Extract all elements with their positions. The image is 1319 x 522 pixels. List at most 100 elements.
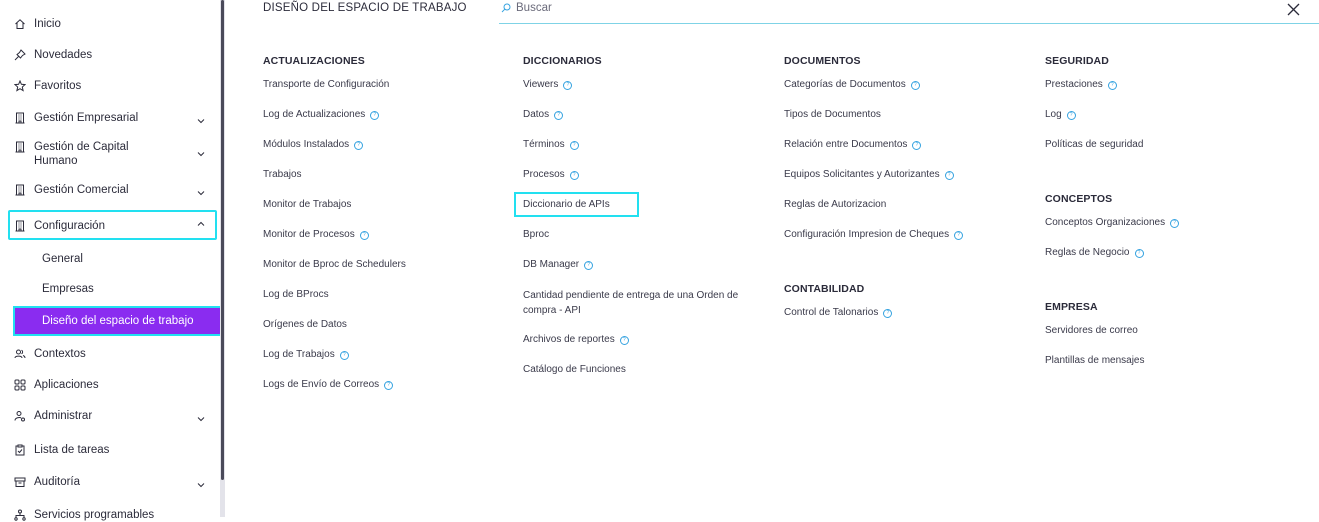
help-icon[interactable]: ? — [354, 141, 364, 150]
menu-link-label: Relación entre Documentos — [784, 139, 908, 150]
menu-link[interactable]: Reglas de Negocio? — [1045, 246, 1144, 260]
config-subitem-empresas[interactable]: Empresas — [42, 283, 94, 295]
section-title-empresa: EMPRESA — [1045, 301, 1098, 313]
menu-link[interactable]: Conceptos Organizaciones? — [1045, 216, 1180, 230]
menu-link[interactable]: Servidores de correo — [1045, 324, 1138, 338]
menu-link[interactable]: Log de Actualizaciones? — [263, 108, 380, 122]
sidebar-item-auditoria[interactable]: Auditoría — [14, 475, 214, 489]
help-icon[interactable]: ? — [569, 141, 579, 150]
help-icon[interactable]: ? — [584, 261, 594, 270]
sidebar-item-administrar[interactable]: Administrar — [14, 409, 214, 423]
help-icon[interactable]: ? — [569, 171, 579, 180]
sidebar-item-lista-tareas[interactable]: Lista de tareas — [14, 443, 214, 457]
section-title-actualizaciones: ACTUALIZACIONES — [263, 55, 365, 67]
sidebar-item-configuracion[interactable]: Configuración — [14, 219, 214, 233]
sidebar-item-contextos[interactable]: Contextos — [14, 347, 214, 361]
menu-link[interactable]: Log de BProcs — [263, 288, 329, 302]
sidebar-item-gestion-capital-humano[interactable]: Gestión de Capital Humano — [14, 140, 214, 168]
menu-link[interactable]: Monitor de Trabajos — [263, 198, 351, 212]
help-icon[interactable]: ? — [563, 81, 573, 90]
help-icon[interactable]: ? — [359, 231, 369, 240]
menu-link-label: Log de BProcs — [263, 289, 329, 300]
sidebar-item-gestion-comercial[interactable]: Gestión Comercial — [14, 183, 214, 197]
sidebar-item-label: Configuración — [34, 220, 105, 232]
sidebar-item-label: Gestión Empresarial — [34, 112, 139, 124]
menu-link[interactable]: Prestaciones? — [1045, 78, 1117, 92]
help-icon[interactable]: ? — [1107, 81, 1117, 90]
help-icon[interactable]: ? — [339, 351, 349, 360]
menu-link[interactable]: Procesos? — [523, 168, 579, 182]
sidebar-item-label: Auditoría — [34, 476, 81, 488]
help-icon[interactable]: ? — [912, 141, 922, 150]
help-icon[interactable]: ? — [910, 81, 920, 90]
menu-link-label: Prestaciones — [1045, 79, 1103, 90]
menu-link[interactable]: Bproc — [523, 228, 549, 242]
menu-link-label: Monitor de Trabajos — [263, 199, 352, 210]
close-icon[interactable] — [1287, 3, 1300, 16]
section-title-conceptos: CONCEPTOS — [1045, 193, 1113, 205]
menu-link[interactable]: Orígenes de Datos — [263, 318, 347, 332]
menu-link[interactable]: Viewers? — [523, 78, 573, 92]
menu-link[interactable]: Relación entre Documentos? — [784, 138, 922, 152]
help-icon[interactable]: ? — [1134, 249, 1144, 258]
menu-link[interactable]: Monitor de Procesos? — [263, 228, 369, 242]
help-icon[interactable]: ? — [554, 111, 564, 120]
menu-link-label: Bproc — [523, 229, 550, 240]
sidebar-item-label: Aplicaciones — [34, 379, 99, 391]
sidebar: Inicio Novedades Favoritos Gestión Empre… — [0, 0, 222, 521]
config-subitem-diseno-espacio-trabajo[interactable]: Diseño del espacio de trabajo — [13, 306, 222, 336]
help-icon[interactable]: ? — [954, 231, 964, 240]
menu-link[interactable]: Categorías de Documentos? — [784, 78, 920, 92]
menu-link[interactable]: Transporte de Configuración — [263, 78, 389, 92]
help-icon[interactable]: ? — [883, 309, 893, 318]
menu-link[interactable]: Políticas de seguridad — [1045, 138, 1143, 152]
menu-link[interactable]: Configuración Impresion de Cheques? — [784, 228, 964, 242]
menu-link-label: Trabajos — [263, 169, 302, 180]
section-title-diccionarios: DICCIONARIOS — [523, 55, 602, 67]
sidebar-item-servicios-programables[interactable]: Servicios programables — [14, 508, 214, 522]
sidebar-scrollbar[interactable] — [221, 0, 224, 480]
menu-link[interactable]: Módulos Instalados? — [263, 138, 364, 152]
sidebar-item-favoritos[interactable]: Favoritos — [14, 79, 214, 93]
menu-link-label: Módulos Instalados — [263, 139, 350, 150]
help-icon[interactable]: ? — [370, 111, 380, 120]
help-icon[interactable]: ? — [1170, 219, 1180, 228]
menu-link[interactable]: Tipos de Documentos — [784, 108, 881, 122]
menu-link[interactable]: Catálogo de Funciones — [523, 363, 626, 377]
menu-link[interactable]: Monitor de Bproc de Schedulers — [263, 258, 406, 272]
help-icon[interactable]: ? — [944, 171, 954, 180]
menu-link[interactable]: DB Manager? — [523, 258, 594, 272]
sidebar-item-inicio[interactable]: Inicio — [14, 17, 214, 31]
menu-link-label: Viewers — [523, 79, 559, 90]
chevron-up-icon — [197, 221, 205, 226]
menu-link[interactable]: Log? — [1045, 108, 1076, 122]
menu-link-label: Servidores de correo — [1045, 325, 1138, 336]
sidebar-item-aplicaciones[interactable]: Aplicaciones — [14, 378, 214, 392]
menu-link[interactable]: Control de Talonarios? — [784, 306, 893, 320]
sidebar-item-gestion-empresarial[interactable]: Gestión Empresarial — [14, 111, 214, 125]
sidebar-item-label: Novedades — [34, 49, 93, 61]
sidebar-item-label: Inicio — [34, 18, 61, 30]
help-icon[interactable]: ? — [384, 381, 394, 390]
menu-link-label: Logs de Envío de Correos — [263, 379, 380, 390]
menu-link[interactable]: Datos? — [523, 108, 564, 122]
menu-link[interactable]: Trabajos — [263, 168, 302, 182]
config-subitem-general[interactable]: General — [42, 253, 83, 265]
menu-link-label: Categorías de Documentos — [784, 79, 906, 90]
menu-link[interactable]: Archivos de reportes? — [523, 333, 629, 347]
menu-link[interactable]: Plantillas de mensajes — [1045, 354, 1145, 368]
menu-link[interactable]: Logs de Envío de Correos? — [263, 378, 394, 392]
menu-link[interactable]: Términos? — [523, 138, 579, 152]
menu-link[interactable]: Equipos Solicitantes y Autorizantes? — [784, 168, 954, 182]
menu-link-label: Cantidad pendiente de entrega de una Ord… — [523, 290, 739, 316]
menu-link[interactable]: Cantidad pendiente de entrega de una Ord… — [523, 288, 763, 318]
pin-icon — [14, 49, 26, 61]
search-input[interactable] — [516, 0, 816, 16]
menu-link[interactable]: Reglas de Autorizacion — [784, 198, 886, 212]
help-icon[interactable]: ? — [1066, 111, 1076, 120]
menu-link[interactable]: Log de Trabajos? — [263, 348, 349, 362]
menu-link-label: Diccionario de APIs — [523, 199, 610, 210]
help-icon[interactable]: ? — [619, 336, 629, 345]
sidebar-item-novedades[interactable]: Novedades — [14, 48, 214, 62]
menu-link-diccionario-apis[interactable]: Diccionario de APIs — [523, 198, 610, 212]
